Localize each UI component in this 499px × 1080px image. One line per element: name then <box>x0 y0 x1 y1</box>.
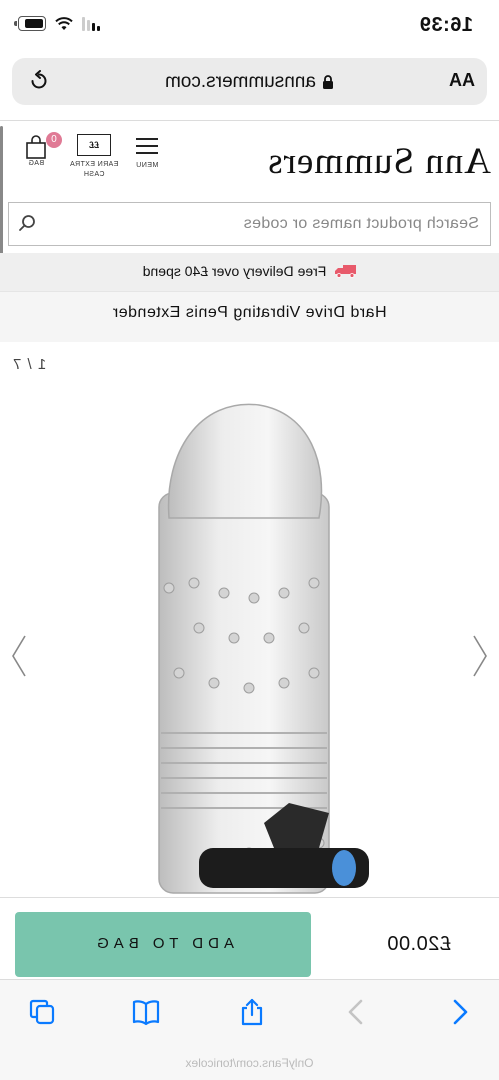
search-placeholder: Search product names or codes <box>243 215 480 232</box>
url-display[interactable]: annsummers.com <box>0 71 499 93</box>
product-image[interactable] <box>0 343 499 900</box>
previous-image-chevron-icon[interactable] <box>471 634 489 678</box>
product-title: Hard Drive Vibrating Penis Extender <box>112 304 387 321</box>
chevron-left-icon[interactable] <box>445 997 475 1027</box>
cellular-signal-icon <box>82 16 100 31</box>
menu-label: MENU <box>135 162 159 169</box>
watermark: OnlyFans.com/tonicolex <box>185 1056 314 1070</box>
header-divider <box>0 120 499 121</box>
bag-label: BAG <box>27 160 45 167</box>
earn-extra-cash-button[interactable]: ££ EARN EXTRA CASH <box>68 134 120 180</box>
menu-button[interactable]: MENU <box>130 138 164 169</box>
url-text: annsummers.com <box>165 71 316 92</box>
status-time: 16:39 <box>419 14 473 36</box>
mirrored-screen: 16:39 AA annsummers.com Ann Summers MENU… <box>0 0 499 1080</box>
share-icon[interactable] <box>237 997 267 1027</box>
cash-icon: ££ <box>77 134 111 156</box>
book-icon[interactable] <box>131 997 161 1027</box>
tabs-icon[interactable] <box>27 997 57 1027</box>
product-price: £20.00 <box>386 933 451 955</box>
battery-icon <box>14 16 46 31</box>
image-counter: 1 / 7 <box>12 356 47 373</box>
hamburger-icon <box>130 138 164 154</box>
lock-icon <box>323 74 333 89</box>
status-icons <box>14 16 100 31</box>
bag-count-badge: 0 <box>46 132 62 148</box>
reload-icon[interactable] <box>28 70 50 92</box>
bag-button[interactable]: 0 BAG <box>16 132 62 184</box>
site-logo[interactable]: Ann Summers <box>267 140 491 183</box>
truck-icon <box>335 265 357 278</box>
delivery-message: Free Delivery over £40 spend <box>0 263 499 279</box>
chevron-right-icon[interactable] <box>341 997 371 1027</box>
next-image-chevron-icon[interactable] <box>10 634 28 678</box>
search-icon[interactable] <box>18 214 36 232</box>
delivery-text: Free Delivery over £40 spend <box>142 263 327 279</box>
add-to-bag-label: ADD TO BAG <box>92 935 234 952</box>
product-photo <box>158 403 369 894</box>
wifi-icon <box>55 16 73 30</box>
earn-label: EARN EXTRA CASH <box>69 161 119 178</box>
